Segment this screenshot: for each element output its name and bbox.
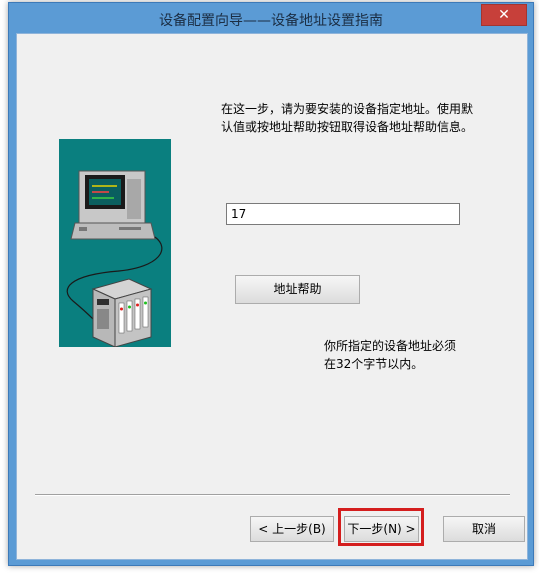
instruction-line-2: 认值或按地址帮助按钮取得设备地址帮助信息。: [221, 120, 474, 134]
dialog-body: 在这一步，请为要安装的设备指定地址。使用默 认值或按地址帮助按钮取得设备地址帮助…: [16, 33, 528, 560]
instruction-text: 在这一步，请为要安装的设备指定地址。使用默 认值或按地址帮助按钮取得设备地址帮助…: [221, 100, 501, 136]
title-bar[interactable]: 设备配置向导——设备地址设置指南 ✕: [9, 3, 533, 33]
note-line-2: 在32个字节以内。: [324, 357, 424, 371]
cancel-button[interactable]: 取消: [443, 516, 525, 542]
close-button[interactable]: ✕: [481, 4, 527, 26]
instruction-line-1: 在这一步，请为要安装的设备指定地址。使用默: [221, 102, 474, 116]
computer-and-plc-device-illustration: [59, 139, 171, 347]
address-help-button[interactable]: 地址帮助: [235, 275, 360, 304]
note-line-1: 你所指定的设备地址必须: [324, 339, 457, 353]
device-address-input[interactable]: [226, 203, 460, 225]
window-title: 设备配置向导——设备地址设置指南: [159, 13, 383, 29]
wizard-window: 设备配置向导——设备地址设置指南 ✕ 在这一步，请为要安装的设备指定地址。使用默…: [8, 2, 534, 566]
close-icon: ✕: [498, 7, 510, 23]
divider: [35, 494, 510, 496]
next-button[interactable]: 下一步(N) >: [344, 516, 419, 542]
back-button[interactable]: < 上一步(B): [250, 516, 334, 542]
address-length-note: 你所指定的设备地址必须 在32个字节以内。: [324, 337, 504, 373]
